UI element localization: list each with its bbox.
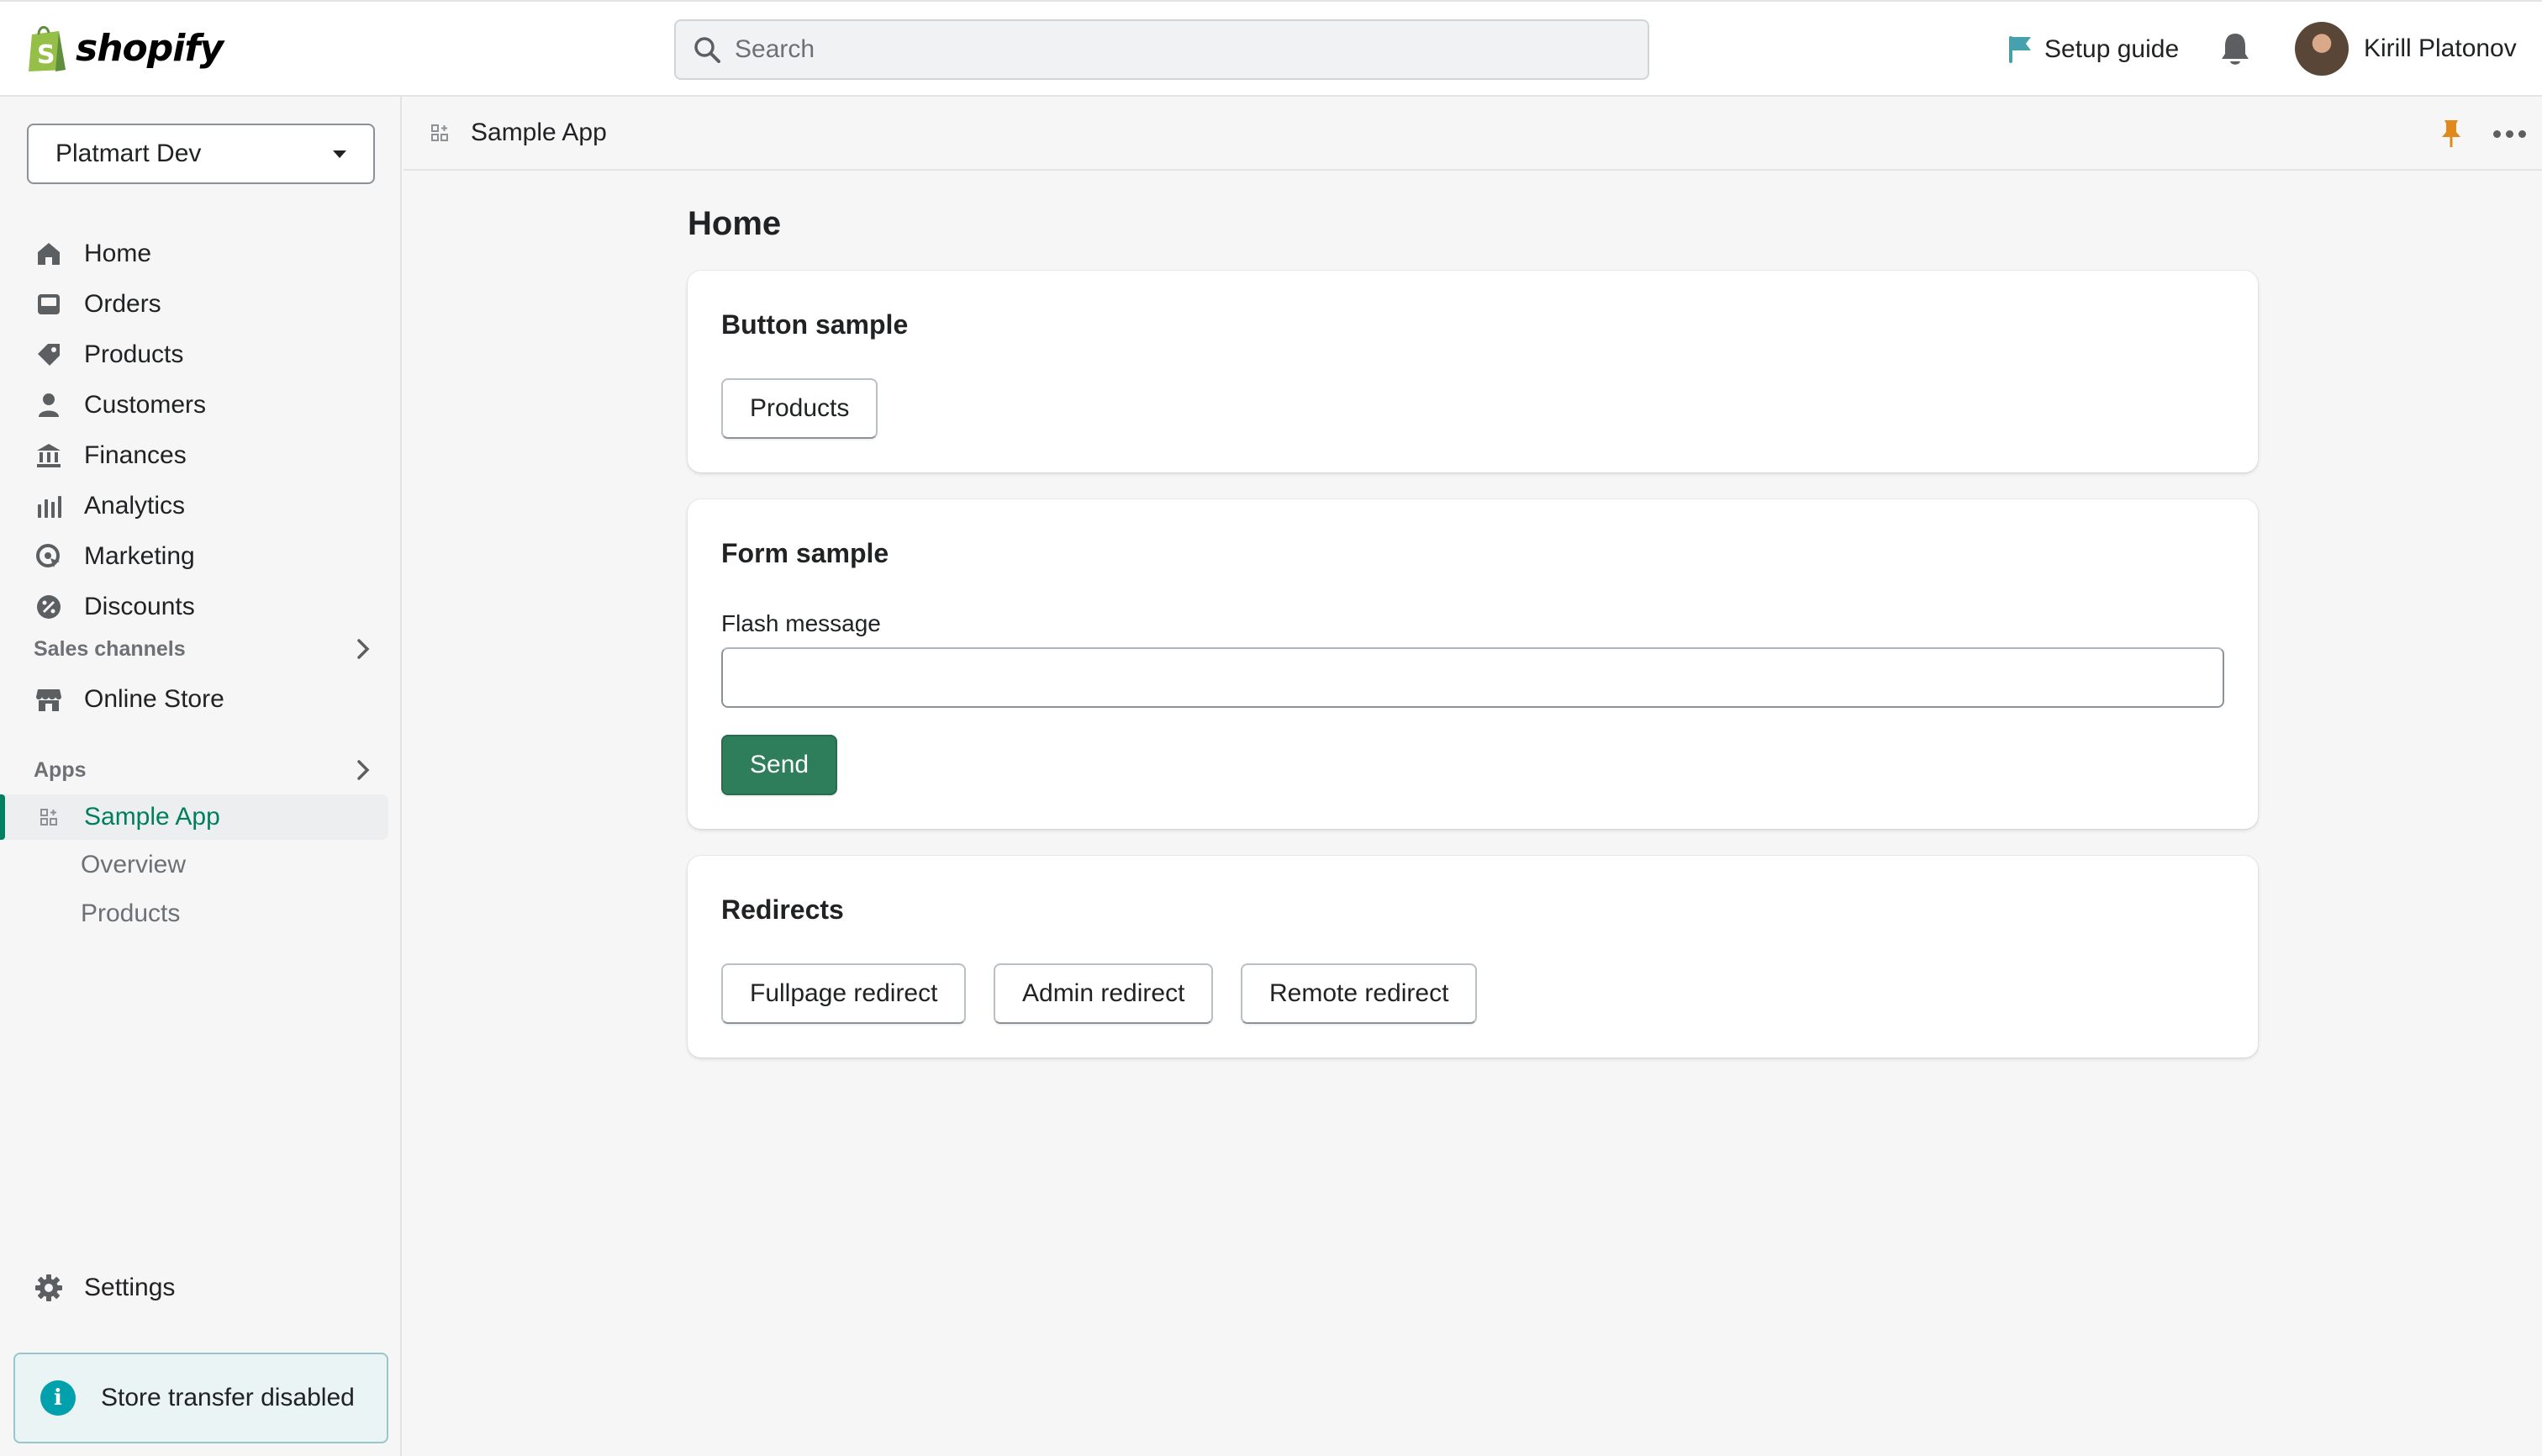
user-name: Kirill Platonov: [2364, 34, 2517, 62]
sidebar-item-home[interactable]: Home: [34, 233, 151, 275]
sidebar-item-label: Analytics: [84, 492, 186, 520]
setup-guide-label: Setup guide: [2044, 35, 2180, 63]
person-icon: [34, 390, 64, 420]
sidebar-item-label: Home: [84, 240, 152, 267]
button-sample-card: Button sample Products: [688, 271, 2258, 472]
search-bar[interactable]: [674, 19, 1649, 80]
fullpage-redirect-button[interactable]: Fullpage redirect: [721, 963, 967, 1024]
sidebar-item-label: Settings: [84, 1274, 176, 1301]
sidebar-item-label: Sample App: [84, 803, 220, 831]
app-header: Sample App: [403, 97, 2542, 171]
app-icon: [34, 802, 64, 832]
apps-heading: Apps: [34, 757, 87, 782]
chevron-right-icon: [357, 639, 370, 659]
sidebar-item-label: Online Store: [84, 685, 224, 713]
flash-message-label: Flash message: [721, 610, 881, 636]
apps-header[interactable]: Apps: [34, 753, 370, 787]
svg-text:S: S: [37, 40, 55, 70]
chevron-right-icon: [357, 760, 370, 780]
sidebar-subitem-label: Overview: [81, 851, 187, 878]
user-menu[interactable]: Kirill Platonov: [2295, 22, 2517, 76]
sidebar-item-settings[interactable]: Settings: [34, 1267, 175, 1309]
sidebar-item-label: Marketing: [84, 542, 195, 570]
search-icon: [694, 37, 720, 63]
inbox-icon: [34, 289, 64, 319]
store-icon: [34, 684, 64, 715]
products-button[interactable]: Products: [721, 378, 878, 439]
card-title: Redirects: [721, 894, 844, 925]
sidebar-item-marketing[interactable]: Marketing: [34, 535, 195, 578]
app-title-text: Sample App: [471, 119, 607, 146]
sidebar-item-label: Customers: [84, 391, 207, 419]
sidebar-item-orders[interactable]: Orders: [34, 283, 161, 325]
form-sample-card: Form sample Flash message Send: [688, 499, 2258, 829]
sales-channels-heading: Sales channels: [34, 636, 186, 661]
card-title: Button sample: [721, 309, 909, 340]
bell-icon[interactable]: [2218, 30, 2253, 69]
discount-icon: [34, 592, 64, 622]
page-title: Home: [688, 205, 782, 242]
tag-icon: [34, 340, 64, 370]
sidebar-item-label: Finances: [84, 441, 187, 469]
home-icon: [34, 239, 64, 269]
sidebar: Platmart Dev Home Orders Products Custom…: [0, 97, 402, 1456]
avatar: [2295, 22, 2349, 76]
pin-icon[interactable]: [2438, 119, 2465, 149]
sidebar-item-discounts[interactable]: Discounts: [34, 586, 195, 628]
admin-redirect-button[interactable]: Admin redirect: [994, 963, 1214, 1024]
bar-chart-icon: [34, 491, 64, 521]
app-icon: [431, 124, 448, 141]
sidebar-subitem-products[interactable]: Products: [81, 895, 180, 932]
sidebar-item-analytics[interactable]: Analytics: [34, 485, 185, 527]
sidebar-item-online-store[interactable]: Online Store: [34, 678, 224, 720]
sales-channels-header[interactable]: Sales channels: [34, 632, 370, 666]
target-icon: [34, 541, 64, 572]
card-title: Form sample: [721, 538, 889, 568]
search-input[interactable]: [735, 35, 1626, 64]
redirects-card: Redirects Fullpage redirect Admin redire…: [688, 856, 2258, 1058]
more-actions-icon[interactable]: [2488, 119, 2530, 149]
flag-icon: [2009, 36, 2031, 63]
gear-icon: [34, 1273, 64, 1303]
caret-down-icon: [333, 150, 346, 158]
remote-redirect-button[interactable]: Remote redirect: [1241, 963, 1478, 1024]
shopify-bag-icon: S: [29, 26, 66, 71]
bank-icon: [34, 440, 64, 471]
sidebar-item-products[interactable]: Products: [34, 334, 183, 376]
store-transfer-notice: i Store transfer disabled: [13, 1353, 388, 1443]
notice-text: Store transfer disabled: [101, 1384, 355, 1411]
top-bar: S shopify Setup guide Kirill Platonov: [0, 0, 2542, 97]
shopify-logo[interactable]: S shopify: [25, 22, 224, 74]
brand-name: shopify: [76, 26, 224, 70]
app-title: Sample App: [430, 113, 607, 152]
store-name: Platmart Dev: [55, 140, 202, 167]
send-button[interactable]: Send: [721, 735, 838, 795]
sidebar-item-label: Orders: [84, 290, 161, 318]
sidebar-subitem-label: Products: [81, 899, 181, 927]
sidebar-item-finances[interactable]: Finances: [34, 435, 187, 477]
sidebar-item-customers[interactable]: Customers: [34, 384, 206, 426]
sidebar-item-sample-app[interactable]: Sample App: [34, 796, 220, 838]
sidebar-item-label: Discounts: [84, 593, 195, 620]
sidebar-item-label: Products: [84, 340, 184, 368]
store-selector[interactable]: Platmart Dev: [27, 124, 375, 184]
sidebar-subitem-overview[interactable]: Overview: [81, 847, 186, 884]
flash-message-field[interactable]: [721, 647, 2224, 708]
info-icon: i: [40, 1380, 76, 1416]
setup-guide-button[interactable]: Setup guide: [2007, 30, 2179, 69]
